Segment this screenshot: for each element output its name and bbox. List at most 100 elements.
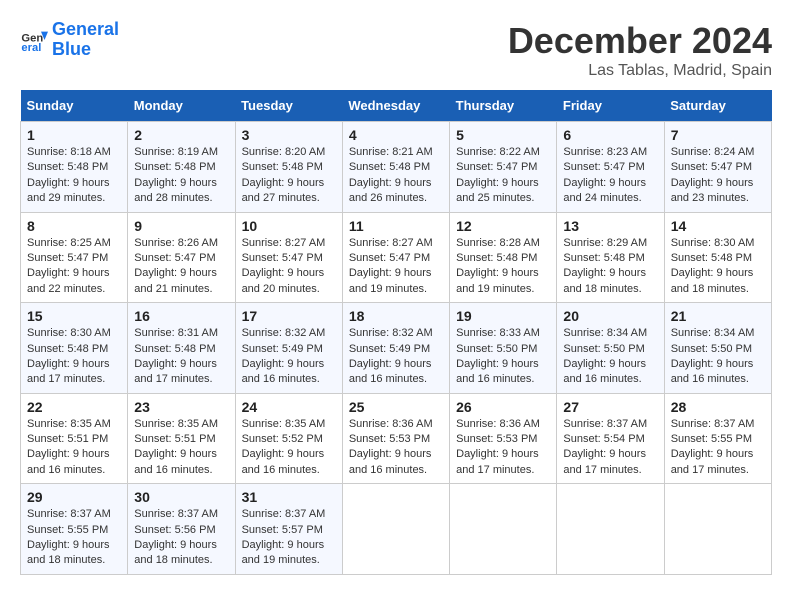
- calendar-cell: 3 Sunrise: 8:20 AM Sunset: 5:48 PM Dayli…: [235, 122, 342, 213]
- day-header-wednesday: Wednesday: [342, 90, 449, 122]
- calendar-cell: 27 Sunrise: 8:37 AM Sunset: 5:54 PM Dayl…: [557, 393, 664, 484]
- calendar-cell: 14 Sunrise: 8:30 AM Sunset: 5:48 PM Dayl…: [664, 212, 771, 303]
- logo-icon: Gen eral: [20, 26, 48, 54]
- day-info: Sunrise: 8:21 AM Sunset: 5:48 PM Dayligh…: [349, 145, 443, 207]
- day-number: 20: [563, 308, 657, 324]
- sunrise-label: Sunrise: 8:35 AM: [134, 418, 218, 430]
- day-header-saturday: Saturday: [664, 90, 771, 122]
- logo-text: GeneralBlue: [52, 20, 119, 60]
- day-number: 31: [242, 489, 336, 505]
- daylight-label: Daylight: 9 hours and 25 minutes.: [456, 177, 539, 204]
- day-number: 15: [27, 308, 121, 324]
- day-info: Sunrise: 8:37 AM Sunset: 5:54 PM Dayligh…: [563, 417, 657, 479]
- sunset-label: Sunset: 5:47 PM: [349, 252, 430, 264]
- day-info: Sunrise: 8:29 AM Sunset: 5:48 PM Dayligh…: [563, 236, 657, 298]
- day-number: 1: [27, 127, 121, 143]
- day-number: 24: [242, 399, 336, 415]
- week-row: 8 Sunrise: 8:25 AM Sunset: 5:47 PM Dayli…: [21, 212, 772, 303]
- sunrise-label: Sunrise: 8:20 AM: [242, 146, 326, 158]
- sunrise-label: Sunrise: 8:30 AM: [27, 327, 111, 339]
- day-info: Sunrise: 8:36 AM Sunset: 5:53 PM Dayligh…: [349, 417, 443, 479]
- daylight-label: Daylight: 9 hours and 28 minutes.: [134, 177, 217, 204]
- day-info: Sunrise: 8:24 AM Sunset: 5:47 PM Dayligh…: [671, 145, 765, 207]
- day-number: 8: [27, 218, 121, 234]
- daylight-label: Daylight: 9 hours and 23 minutes.: [671, 177, 754, 204]
- calendar-cell: 22 Sunrise: 8:35 AM Sunset: 5:51 PM Dayl…: [21, 393, 128, 484]
- calendar-cell: 21 Sunrise: 8:34 AM Sunset: 5:50 PM Dayl…: [664, 303, 771, 394]
- daylight-label: Daylight: 9 hours and 21 minutes.: [134, 267, 217, 294]
- week-row: 15 Sunrise: 8:30 AM Sunset: 5:48 PM Dayl…: [21, 303, 772, 394]
- sunrise-label: Sunrise: 8:25 AM: [27, 237, 111, 249]
- calendar-cell: 2 Sunrise: 8:19 AM Sunset: 5:48 PM Dayli…: [128, 122, 235, 213]
- header: Gen eral GeneralBlue December 2024 Las T…: [20, 20, 772, 80]
- day-number: 6: [563, 127, 657, 143]
- calendar-cell: 6 Sunrise: 8:23 AM Sunset: 5:47 PM Dayli…: [557, 122, 664, 213]
- location-title: Las Tablas, Madrid, Spain: [508, 62, 772, 80]
- calendar-cell: [342, 484, 449, 575]
- calendar-cell: 8 Sunrise: 8:25 AM Sunset: 5:47 PM Dayli…: [21, 212, 128, 303]
- day-number: 3: [242, 127, 336, 143]
- sunset-label: Sunset: 5:51 PM: [134, 433, 215, 445]
- sunset-label: Sunset: 5:50 PM: [456, 343, 537, 355]
- calendar-cell: 23 Sunrise: 8:35 AM Sunset: 5:51 PM Dayl…: [128, 393, 235, 484]
- sunrise-label: Sunrise: 8:37 AM: [27, 508, 111, 520]
- day-info: Sunrise: 8:35 AM Sunset: 5:51 PM Dayligh…: [134, 417, 228, 479]
- day-info: Sunrise: 8:35 AM Sunset: 5:52 PM Dayligh…: [242, 417, 336, 479]
- day-info: Sunrise: 8:31 AM Sunset: 5:48 PM Dayligh…: [134, 326, 228, 388]
- daylight-label: Daylight: 9 hours and 18 minutes.: [563, 267, 646, 294]
- day-header-monday: Monday: [128, 90, 235, 122]
- calendar-cell: 4 Sunrise: 8:21 AM Sunset: 5:48 PM Dayli…: [342, 122, 449, 213]
- day-info: Sunrise: 8:30 AM Sunset: 5:48 PM Dayligh…: [27, 326, 121, 388]
- day-number: 17: [242, 308, 336, 324]
- sunset-label: Sunset: 5:47 PM: [563, 161, 644, 173]
- day-info: Sunrise: 8:37 AM Sunset: 5:55 PM Dayligh…: [27, 507, 121, 569]
- sunset-label: Sunset: 5:47 PM: [242, 252, 323, 264]
- daylight-label: Daylight: 9 hours and 17 minutes.: [134, 358, 217, 385]
- day-number: 13: [563, 218, 657, 234]
- day-info: Sunrise: 8:32 AM Sunset: 5:49 PM Dayligh…: [349, 326, 443, 388]
- sunrise-label: Sunrise: 8:34 AM: [671, 327, 755, 339]
- daylight-label: Daylight: 9 hours and 16 minutes.: [349, 448, 432, 475]
- day-info: Sunrise: 8:27 AM Sunset: 5:47 PM Dayligh…: [349, 236, 443, 298]
- sunrise-label: Sunrise: 8:30 AM: [671, 237, 755, 249]
- day-number: 16: [134, 308, 228, 324]
- sunrise-label: Sunrise: 8:24 AM: [671, 146, 755, 158]
- sunset-label: Sunset: 5:48 PM: [134, 343, 215, 355]
- daylight-label: Daylight: 9 hours and 18 minutes.: [671, 267, 754, 294]
- day-number: 21: [671, 308, 765, 324]
- calendar-cell: 16 Sunrise: 8:31 AM Sunset: 5:48 PM Dayl…: [128, 303, 235, 394]
- daylight-label: Daylight: 9 hours and 16 minutes.: [563, 358, 646, 385]
- week-row: 1 Sunrise: 8:18 AM Sunset: 5:48 PM Dayli…: [21, 122, 772, 213]
- sunset-label: Sunset: 5:47 PM: [134, 252, 215, 264]
- sunset-label: Sunset: 5:47 PM: [456, 161, 537, 173]
- sunrise-label: Sunrise: 8:36 AM: [349, 418, 433, 430]
- day-info: Sunrise: 8:34 AM Sunset: 5:50 PM Dayligh…: [563, 326, 657, 388]
- day-number: 25: [349, 399, 443, 415]
- daylight-label: Daylight: 9 hours and 24 minutes.: [563, 177, 646, 204]
- sunset-label: Sunset: 5:48 PM: [456, 252, 537, 264]
- calendar-cell: 12 Sunrise: 8:28 AM Sunset: 5:48 PM Dayl…: [450, 212, 557, 303]
- calendar-cell: 19 Sunrise: 8:33 AM Sunset: 5:50 PM Dayl…: [450, 303, 557, 394]
- day-info: Sunrise: 8:33 AM Sunset: 5:50 PM Dayligh…: [456, 326, 550, 388]
- day-number: 18: [349, 308, 443, 324]
- calendar-table: SundayMondayTuesdayWednesdayThursdayFrid…: [20, 90, 772, 575]
- sunrise-label: Sunrise: 8:36 AM: [456, 418, 540, 430]
- logo: Gen eral GeneralBlue: [20, 20, 119, 60]
- day-info: Sunrise: 8:37 AM Sunset: 5:55 PM Dayligh…: [671, 417, 765, 479]
- day-number: 7: [671, 127, 765, 143]
- sunset-label: Sunset: 5:48 PM: [671, 252, 752, 264]
- day-number: 10: [242, 218, 336, 234]
- calendar-cell: 24 Sunrise: 8:35 AM Sunset: 5:52 PM Dayl…: [235, 393, 342, 484]
- sunrise-label: Sunrise: 8:34 AM: [563, 327, 647, 339]
- day-number: 19: [456, 308, 550, 324]
- sunset-label: Sunset: 5:50 PM: [671, 343, 752, 355]
- title-area: December 2024 Las Tablas, Madrid, Spain: [508, 20, 772, 80]
- day-number: 4: [349, 127, 443, 143]
- day-info: Sunrise: 8:26 AM Sunset: 5:47 PM Dayligh…: [134, 236, 228, 298]
- day-number: 11: [349, 218, 443, 234]
- sunrise-label: Sunrise: 8:23 AM: [563, 146, 647, 158]
- week-row: 22 Sunrise: 8:35 AM Sunset: 5:51 PM Dayl…: [21, 393, 772, 484]
- calendar-cell: [557, 484, 664, 575]
- day-info: Sunrise: 8:20 AM Sunset: 5:48 PM Dayligh…: [242, 145, 336, 207]
- day-number: 23: [134, 399, 228, 415]
